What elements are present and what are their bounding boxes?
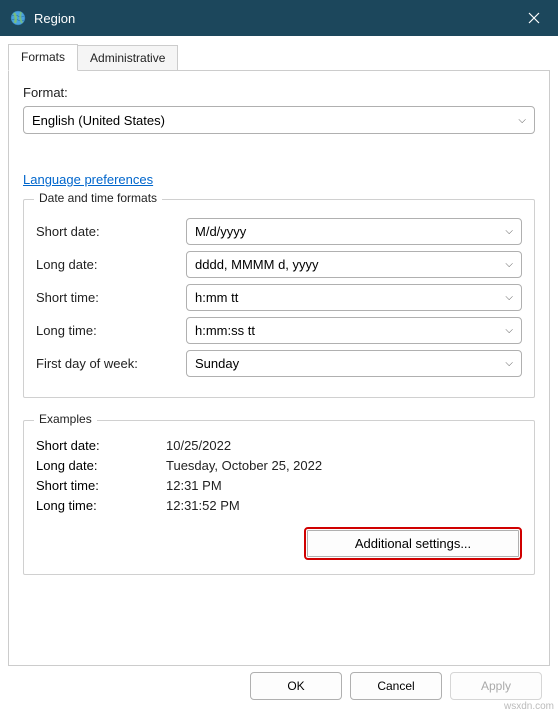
format-value: English (United States) <box>32 113 165 128</box>
tab-administrative-label: Administrative <box>90 51 165 65</box>
additional-settings-button[interactable]: Additional settings... <box>304 527 522 560</box>
example-long-date-value: Tuesday, October 25, 2022 <box>166 458 322 473</box>
globe-icon <box>10 10 26 26</box>
chevron-down-icon: ⌵ <box>505 325 513 336</box>
tab-formats-label: Formats <box>21 50 65 64</box>
long-time-label: Long time: <box>36 323 186 338</box>
example-short-date-label: Short date: <box>36 438 166 453</box>
short-time-combo[interactable]: h:mm tt ⌵ <box>186 284 522 311</box>
cancel-button[interactable]: Cancel <box>350 672 442 700</box>
formats-panel: Format: English (United States) ⌵ Langua… <box>8 70 550 666</box>
example-long-date-label: Long date: <box>36 458 166 473</box>
examples-title: Examples <box>34 412 97 426</box>
cancel-label: Cancel <box>377 679 414 693</box>
apply-label: Apply <box>481 679 511 693</box>
chevron-down-icon: ⌵ <box>505 259 513 270</box>
examples-group: Examples Short date: 10/25/2022 Long dat… <box>23 420 535 575</box>
date-time-formats-title: Date and time formats <box>34 191 162 205</box>
watermark: wsxdn.com <box>504 701 554 712</box>
ok-label: OK <box>287 679 304 693</box>
window-title: Region <box>34 11 75 26</box>
short-date-value: M/d/yyyy <box>195 224 246 239</box>
long-date-value: dddd, MMMM d, yyyy <box>195 257 319 272</box>
first-day-combo[interactable]: Sunday ⌵ <box>186 350 522 377</box>
chevron-down-icon: ⌵ <box>505 226 513 237</box>
chevron-down-icon: ⌵ <box>505 358 513 369</box>
short-time-value: h:mm tt <box>195 290 238 305</box>
additional-settings-label: Additional settings... <box>355 536 471 551</box>
format-combo[interactable]: English (United States) ⌵ <box>23 106 535 134</box>
example-short-time-value: 12:31 PM <box>166 478 222 493</box>
long-date-combo[interactable]: dddd, MMMM d, yyyy ⌵ <box>186 251 522 278</box>
chevron-down-icon: ⌵ <box>505 292 513 303</box>
first-day-label: First day of week: <box>36 356 186 371</box>
example-long-time-value: 12:31:52 PM <box>166 498 240 513</box>
example-short-date-value: 10/25/2022 <box>166 438 231 453</box>
tabstrip: Formats Administrative <box>0 36 558 71</box>
long-time-combo[interactable]: h:mm:ss tt ⌵ <box>186 317 522 344</box>
chevron-down-icon: ⌵ <box>518 115 526 126</box>
example-long-time-label: Long time: <box>36 498 166 513</box>
first-day-value: Sunday <box>195 356 239 371</box>
date-time-formats-group: Date and time formats Short date: M/d/yy… <box>23 199 535 398</box>
example-short-time-label: Short time: <box>36 478 166 493</box>
short-date-label: Short date: <box>36 224 186 239</box>
long-time-value: h:mm:ss tt <box>195 323 255 338</box>
tab-administrative[interactable]: Administrative <box>77 45 178 72</box>
short-time-label: Short time: <box>36 290 186 305</box>
close-button[interactable] <box>510 0 558 36</box>
ok-button[interactable]: OK <box>250 672 342 700</box>
short-date-combo[interactable]: M/d/yyyy ⌵ <box>186 218 522 245</box>
apply-button[interactable]: Apply <box>450 672 542 700</box>
region-dialog: Region Formats Administrative Format: En… <box>0 0 558 714</box>
button-bar: OK Cancel Apply <box>250 672 542 700</box>
language-preferences-label: Language preferences <box>23 172 153 187</box>
language-preferences-link[interactable]: Language preferences <box>23 172 153 187</box>
tab-formats[interactable]: Formats <box>8 44 78 71</box>
long-date-label: Long date: <box>36 257 186 272</box>
titlebar: Region <box>0 0 558 36</box>
format-label: Format: <box>23 85 535 100</box>
